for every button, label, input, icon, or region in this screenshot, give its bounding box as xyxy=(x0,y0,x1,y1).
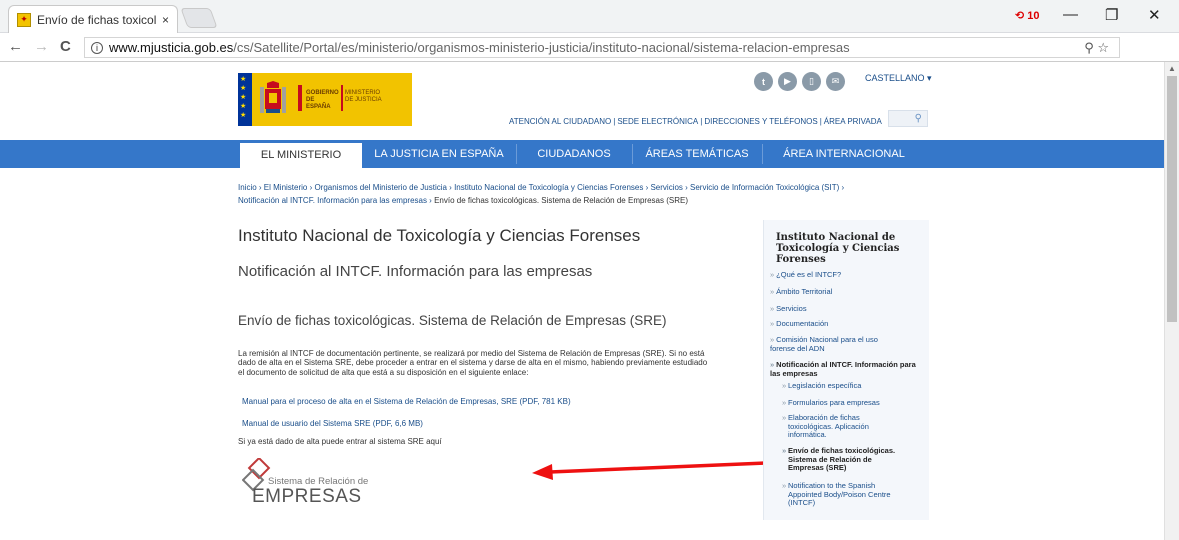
favicon-icon: ✦ xyxy=(17,12,31,27)
link-sede-electronica[interactable]: SEDE ELECTRÓNICA xyxy=(615,117,700,126)
nav-ciudadanos[interactable]: CIUDADANOS xyxy=(518,140,630,168)
nav-area-internacional[interactable]: ÁREA INTERNACIONAL xyxy=(764,140,924,168)
sidebar-subitem-label: Legislación específica xyxy=(788,381,862,390)
breadcrumb: Inicio › El Ministerio › Organismos del … xyxy=(238,181,938,207)
url-host: www.mjusticia.gob.es xyxy=(109,40,234,55)
gobierno-logo[interactable]: ★ ★ ★ ★ ★ GOBIERNO DE ESPAÑA MINISTERIO DE J… xyxy=(238,73,412,126)
forward-icon[interactable]: → xyxy=(34,38,49,55)
breadcrumb-current: Envío de fichas toxicológicas. Sistema d… xyxy=(434,196,688,205)
manual-usuario-link[interactable]: Manual de usuario del Sistema SRE (PDF, … xyxy=(242,419,423,428)
sidebar-item-label: Comisión Nacional para el uso forense de… xyxy=(770,335,878,353)
intro-paragraph: La remisión al INTCF de documentación pe… xyxy=(238,349,708,377)
sidebar-item-label: Ámbito Territorial xyxy=(776,287,833,296)
flag-stripe-2 xyxy=(341,85,343,111)
site-search-input[interactable]: ⚲ xyxy=(888,110,928,127)
sidebar-item-label: Notificación al INTCF. Información para … xyxy=(770,360,916,378)
youtube-icon[interactable]: ▶ xyxy=(778,72,797,91)
bookmark-star-icon[interactable]: ⚲ ☆ xyxy=(1084,40,1109,56)
sidebar-item-servicios[interactable]: » Servicios xyxy=(770,304,928,314)
breadcrumb-links[interactable]: Inicio › El Ministerio › Organismos del … xyxy=(238,181,938,194)
sidebar-subitem-elaboracion[interactable]: » Elaboración de fichas toxicológicas. Ap… xyxy=(782,413,884,440)
sidebar-subitem-label: Envío de fichas toxicológicas. Sistema d… xyxy=(788,446,896,472)
top-links: ATENCIÓN AL CIUDADANO | SEDE ELECTRÓNICA | D… xyxy=(507,117,884,126)
eu-stars-icon: ★ ★ ★ ★ ★ xyxy=(240,76,247,119)
sidebar-subitem-notification[interactable]: » Notification to the Spanish Appointed B… xyxy=(782,481,908,508)
sidebar-subitem-legislacion[interactable]: » Legislación específica xyxy=(782,381,926,391)
tab-title: Envío de fichas toxicológ xyxy=(37,12,156,27)
sre-logo-title: EMPRESAS xyxy=(252,486,362,507)
address-bar[interactable]: i www.mjusticia.gob.es/cs/Satellite/Port… xyxy=(84,37,1120,58)
coat-of-arms-icon xyxy=(260,81,286,113)
close-window-icon[interactable]: ✕ xyxy=(1148,6,1161,24)
page-subtitle: Notificación al INTCF. Información para … xyxy=(238,263,593,280)
sidebar-item-label: Documentación xyxy=(776,319,829,328)
mail-icon[interactable]: ✉ xyxy=(826,72,845,91)
minimize-icon[interactable]: — xyxy=(1063,6,1078,23)
sidebar-item-ambito[interactable]: » Ámbito Territorial xyxy=(770,287,928,297)
sidebar-subitem-envio[interactable]: » Envío de fichas toxicológicas. Sistema … xyxy=(782,446,906,473)
red-arrow-annotation xyxy=(532,461,767,480)
mobile-icon[interactable]: ▯ xyxy=(802,72,821,91)
manual-alta-link[interactable]: Manual para el proceso de alta en el Sis… xyxy=(242,397,571,406)
scroll-up-icon[interactable]: ▲ xyxy=(1168,64,1176,73)
flag-stripe xyxy=(298,85,302,111)
sidebar: Instituto Nacional de Toxicología y Cien… xyxy=(763,220,929,520)
main-navbar: EL MINISTERIO LA JUSTICIA EN ESPAÑA CIUD… xyxy=(0,140,1164,168)
search-icon[interactable]: ⚲ xyxy=(915,113,922,124)
nav-separator xyxy=(516,144,517,164)
twitter-icon[interactable]: t xyxy=(754,72,773,91)
sidebar-subitem-label: Formularios para empresas xyxy=(788,398,880,407)
link-area-privada[interactable]: ÁREA PRIVADA xyxy=(822,117,884,126)
scroll-thumb[interactable] xyxy=(1167,76,1177,322)
reload-icon[interactable]: C xyxy=(60,38,71,55)
sre-logo-link[interactable]: Sistema de Relación de EMPRESAS xyxy=(240,456,372,512)
sidebar-item-documentacion[interactable]: » Documentación xyxy=(770,319,928,329)
logo-gobierno-text: GOBIERNO DE ESPAÑA xyxy=(306,90,339,110)
sidebar-item-comision[interactable]: » Comisión Nacional para el uso forense d… xyxy=(770,335,890,353)
sidebar-item-label: ¿Qué es el INTCF? xyxy=(776,270,842,279)
link-direcciones[interactable]: DIRECCIONES Y TELÉFONOS xyxy=(702,117,819,126)
sidebar-subitem-formularios[interactable]: » Formularios para empresas xyxy=(782,398,926,408)
browser-tab[interactable]: ✦ Envío de fichas toxicológ × xyxy=(8,5,178,33)
sidebar-item-notificacion[interactable]: » Notificación al INTCF. Información para… xyxy=(770,360,928,378)
section-title: Envío de fichas toxicológicas. Sistema d… xyxy=(238,313,667,328)
new-tab-button[interactable] xyxy=(180,8,218,28)
sidebar-item-label: Servicios xyxy=(776,304,807,313)
sidebar-subitem-label: Notification to the Spanish Appointed Bo… xyxy=(788,481,891,507)
sidebar-subitem-label: Elaboración de fichas toxicológicas. Apl… xyxy=(788,413,869,439)
page-scrollbar[interactable]: ▲ xyxy=(1164,62,1179,540)
login-paragraph: Si ya está dado de alta puede entrar al … xyxy=(238,437,442,446)
nav-separator xyxy=(632,144,633,164)
breadcrumb-link-notificacion[interactable]: Notificación al INTCF. Información para … xyxy=(238,196,432,205)
nav-justicia-espana[interactable]: LA JUSTICIA EN ESPAÑA xyxy=(364,140,514,168)
nav-el-ministerio[interactable]: EL MINISTERIO xyxy=(240,143,362,168)
link-atencion-ciudadano[interactable]: ATENCIÓN AL CIUDADANO xyxy=(507,117,613,126)
extension-badge[interactable]: ⟲ 10 xyxy=(1015,9,1040,22)
info-icon[interactable]: i xyxy=(91,41,103,54)
nav-areas-tematicas[interactable]: ÁREAS TEMÁTICAS xyxy=(634,140,760,168)
maximize-icon[interactable]: ❐ xyxy=(1105,6,1118,24)
page-title: Instituto Nacional de Toxicología y Cien… xyxy=(238,226,641,245)
nav-separator xyxy=(762,144,763,164)
browser-tabstrip: ✦ Envío de fichas toxicológ × ⟲ 10 — ❐ ✕ xyxy=(0,0,1179,33)
language-selector[interactable]: CASTELLANO ▾ xyxy=(865,73,932,84)
back-icon[interactable]: ← xyxy=(8,38,23,55)
eu-flag: ★ ★ ★ ★ ★ xyxy=(238,73,252,126)
close-tab-icon[interactable]: × xyxy=(162,13,169,27)
sidebar-title[interactable]: Instituto Nacional de Toxicología y Cien… xyxy=(776,232,926,265)
url-path: /cs/Satellite/Portal/es/ministerio/organ… xyxy=(233,40,850,55)
sidebar-item-que-es[interactable]: » ¿Qué es el INTCF? xyxy=(770,270,928,280)
logo-ministerio-text: MINISTERIO DE JUSTICIA xyxy=(345,90,382,103)
browser-toolbar: ← → C i www.mjusticia.gob.es/cs/Satellit… xyxy=(0,33,1179,62)
